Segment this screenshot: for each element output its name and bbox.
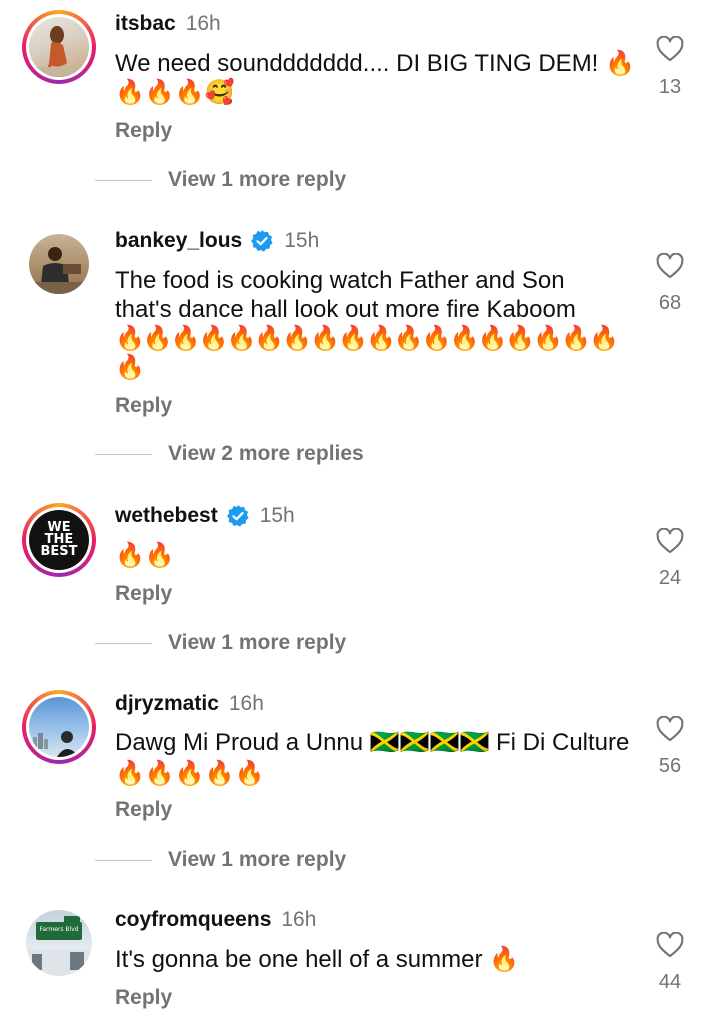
- like-count: 56: [658, 755, 682, 777]
- comment-line: 🔥🔥🔥🔥🔥🔥🔥🔥🔥🔥🔥🔥🔥🔥🔥🔥🔥🔥: [115, 325, 619, 352]
- comment-text: 🔥🔥: [115, 541, 635, 570]
- avatar[interactable]: Farmers Blvd: [22, 906, 96, 980]
- like-button[interactable]: [655, 716, 685, 742]
- comment-line: It's gonna be one hell of a summer 🔥: [115, 946, 520, 973]
- avatar-logo-text: WE THE BEST: [40, 520, 78, 559]
- timestamp: 16h: [185, 12, 221, 35]
- heart-outline-icon: [656, 36, 684, 62]
- reply-button[interactable]: Reply: [115, 582, 172, 606]
- comment-line: 🔥🔥🔥🔥🔥: [115, 760, 265, 787]
- reply-button[interactable]: Reply: [115, 986, 172, 1010]
- like-count: 24: [658, 567, 682, 589]
- divider: [95, 642, 152, 644]
- divider: [95, 859, 152, 861]
- username[interactable]: bankey_lous: [115, 229, 242, 253]
- avatar-photo: [33, 731, 79, 757]
- avatar-photo: [28, 916, 90, 976]
- like-count: 68: [658, 292, 682, 314]
- like-count: 13: [658, 76, 682, 98]
- view-replies-label: View 1 more reply: [168, 168, 347, 191]
- view-replies-label: View 2 more replies: [168, 442, 364, 465]
- comment-text: Dawg Mi Proud a Unnu 🇯🇲🇯🇲🇯🇲🇯🇲 Fi Di Cult…: [115, 728, 635, 788]
- verified-badge-icon: [251, 230, 273, 252]
- timestamp: 15h: [259, 504, 295, 527]
- view-replies-label: View 1 more reply: [168, 631, 347, 654]
- heart-outline-icon: [656, 528, 684, 554]
- comment-line: We need sounddddddd.... DI BIG TING DEM!…: [115, 50, 635, 77]
- comment-line: 🔥🔥🔥🥰: [115, 79, 235, 106]
- comment-text: It's gonna be one hell of a summer 🔥: [115, 945, 635, 974]
- username[interactable]: coyfromqueens: [115, 908, 271, 932]
- username[interactable]: wethebest: [115, 504, 218, 528]
- view-replies-button[interactable]: View 1 more reply: [95, 168, 346, 192]
- comment-line: The food is cooking watch Father and Son: [115, 267, 565, 294]
- comment-text: We need sounddddddd.... DI BIG TING DEM!…: [115, 49, 635, 107]
- comment-text: The food is cooking watch Father and Son…: [115, 266, 635, 382]
- avatar[interactable]: [22, 227, 96, 301]
- username[interactable]: djryzmatic: [115, 692, 219, 716]
- comment-line: 🔥🔥: [115, 542, 175, 569]
- divider: [95, 179, 152, 181]
- like-count: 44: [658, 971, 682, 993]
- view-replies-button[interactable]: View 2 more replies: [95, 442, 364, 466]
- heart-outline-icon: [656, 932, 684, 958]
- like-button[interactable]: [655, 253, 685, 279]
- heart-outline-icon: [656, 716, 684, 742]
- heart-outline-icon: [656, 253, 684, 279]
- timestamp: 16h: [228, 692, 264, 715]
- comment-line: that's dance hall look out more fire Kab…: [115, 296, 576, 323]
- reply-button[interactable]: Reply: [115, 119, 172, 143]
- avatar[interactable]: [22, 690, 96, 764]
- view-replies-button[interactable]: View 1 more reply: [95, 848, 346, 872]
- avatar-photo: [29, 26, 89, 77]
- avatar[interactable]: [22, 10, 96, 84]
- reply-button[interactable]: Reply: [115, 798, 172, 822]
- like-button[interactable]: [655, 932, 685, 958]
- comment-line: Dawg Mi Proud a Unnu 🇯🇲🇯🇲🇯🇲🇯🇲 Fi Di Cult…: [115, 729, 630, 756]
- divider: [95, 453, 152, 455]
- view-replies-label: View 1 more reply: [168, 848, 347, 871]
- verified-badge-icon: [226, 505, 249, 527]
- like-button[interactable]: [655, 528, 685, 554]
- reply-button[interactable]: Reply: [115, 394, 172, 418]
- comment-line: 🔥: [115, 354, 145, 381]
- view-replies-button[interactable]: View 1 more reply: [95, 631, 346, 655]
- timestamp: 16h: [281, 908, 317, 931]
- username[interactable]: itsbac: [115, 12, 176, 36]
- like-button[interactable]: [655, 36, 685, 62]
- timestamp: 15h: [284, 229, 320, 252]
- avatar[interactable]: WE THE BEST: [22, 503, 96, 577]
- avatar-photo: [29, 247, 89, 294]
- avatar-sign-text: Farmers Blvd: [39, 926, 79, 933]
